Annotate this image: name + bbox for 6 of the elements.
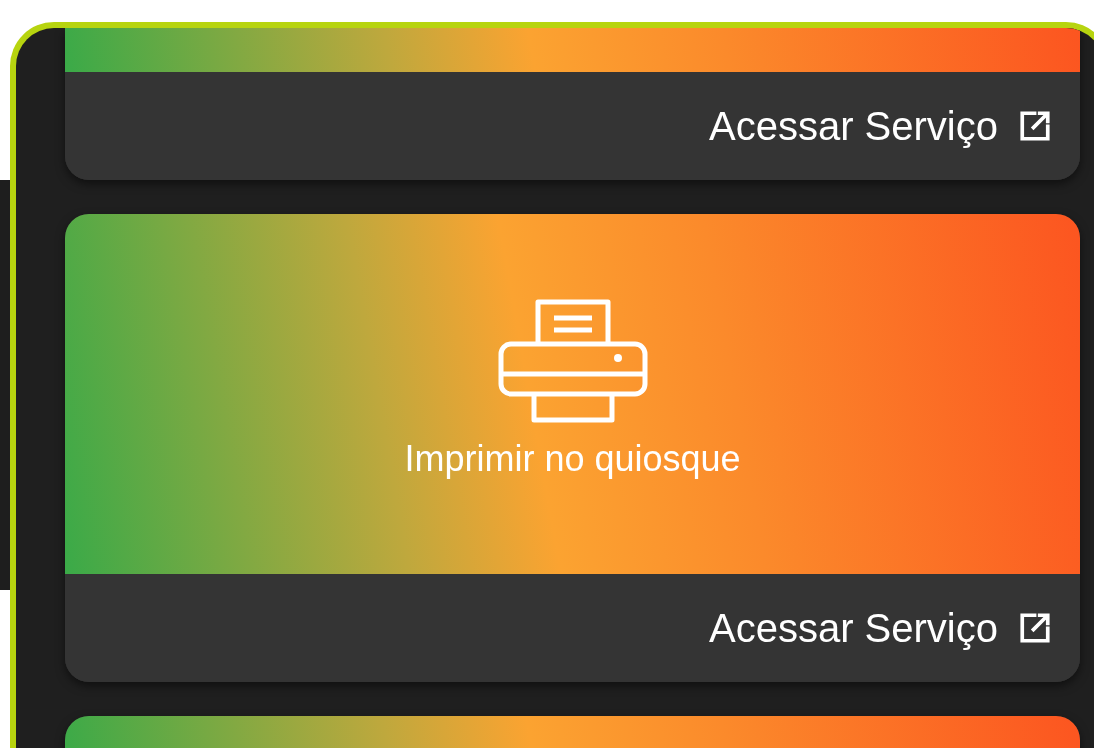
access-service-link[interactable]: Acessar Serviço	[709, 103, 1052, 149]
access-service-link[interactable]: Acessar Serviço	[709, 605, 1052, 651]
external-link-icon	[1018, 611, 1052, 645]
external-link-icon	[1018, 109, 1052, 143]
printer-icon	[497, 298, 648, 424]
card-title: Imprimir no quiosque	[404, 438, 741, 480]
